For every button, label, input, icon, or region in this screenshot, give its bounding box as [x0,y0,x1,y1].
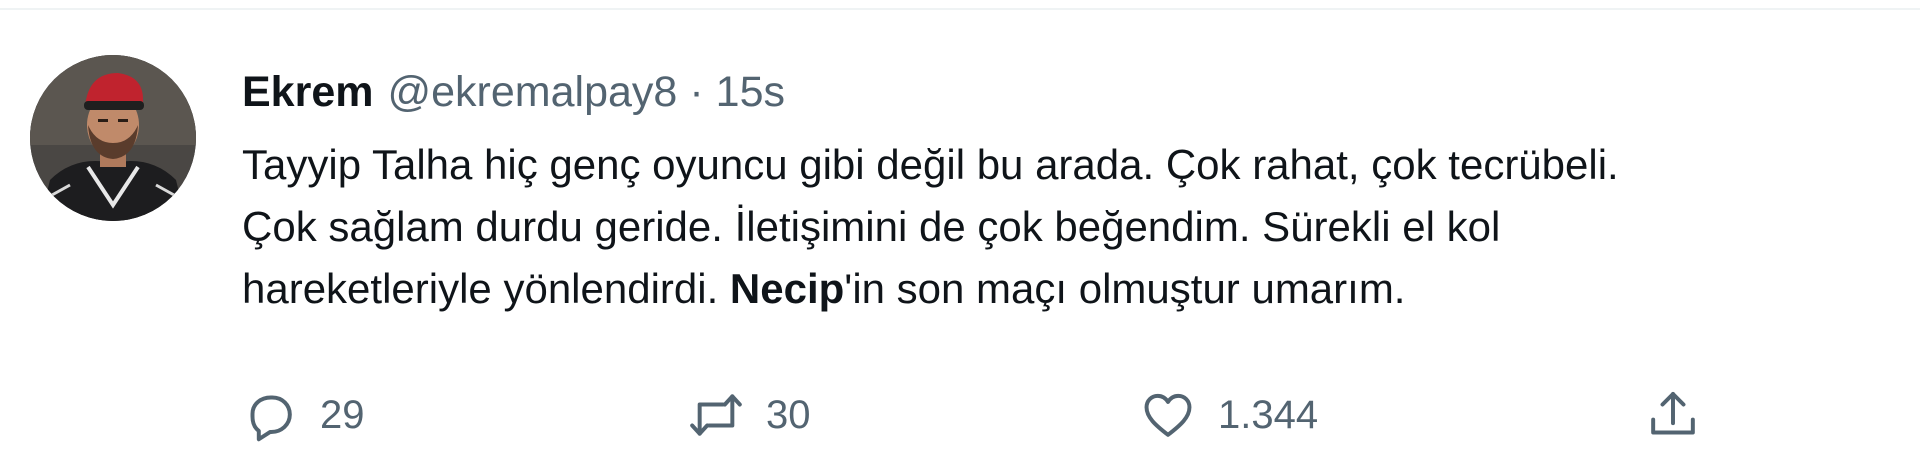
retweet-count: 30 [766,392,811,437]
reply-icon [242,387,298,443]
tweet-timestamp[interactable]: 15s [716,62,785,122]
retweet-button[interactable]: 30 [688,380,811,450]
reply-count: 29 [320,392,365,437]
heart-icon [1140,387,1196,443]
tweet-text-segment: 'in son maçı olmuştur umarım. [844,265,1406,312]
reply-button[interactable]: 29 [242,380,365,450]
like-button[interactable]: 1.344 [1140,380,1318,450]
tweet-actions: 29 30 1.344 [0,380,1920,450]
highlighted-name: Necip [729,265,845,312]
retweet-icon [688,387,744,443]
avatar-photo-icon [30,55,196,221]
tweet-text-line-2: Çok sağlam durdu geride. İletişimini de … [242,203,1501,250]
tweet-text: Tayyip Talha hiç genç oyuncu gibi değil … [242,134,1920,320]
tweet-text-line-1: Tayyip Talha hiç genç oyuncu gibi değil … [242,141,1619,188]
tweet-text-segment: hareketleriyle yönlendirdi. [242,265,730,312]
like-count: 1.344 [1218,392,1319,437]
author-name[interactable]: Ekrem [242,62,373,122]
share-icon [1645,387,1701,443]
tweet-header: Ekrem @ekremalpay8 · 15s [242,62,785,122]
tweet-text-line-3: hareketleriyle yönlendirdi. Necip'in son… [242,258,1920,320]
author-handle[interactable]: @ekremalpay8 [387,62,677,122]
tweet-card[interactable]: Ekrem @ekremalpay8 · 15s Tayyip Talha hi… [0,0,1920,473]
separator-dot: · [689,68,704,116]
avatar[interactable] [30,55,196,221]
share-button[interactable] [1645,380,1701,450]
